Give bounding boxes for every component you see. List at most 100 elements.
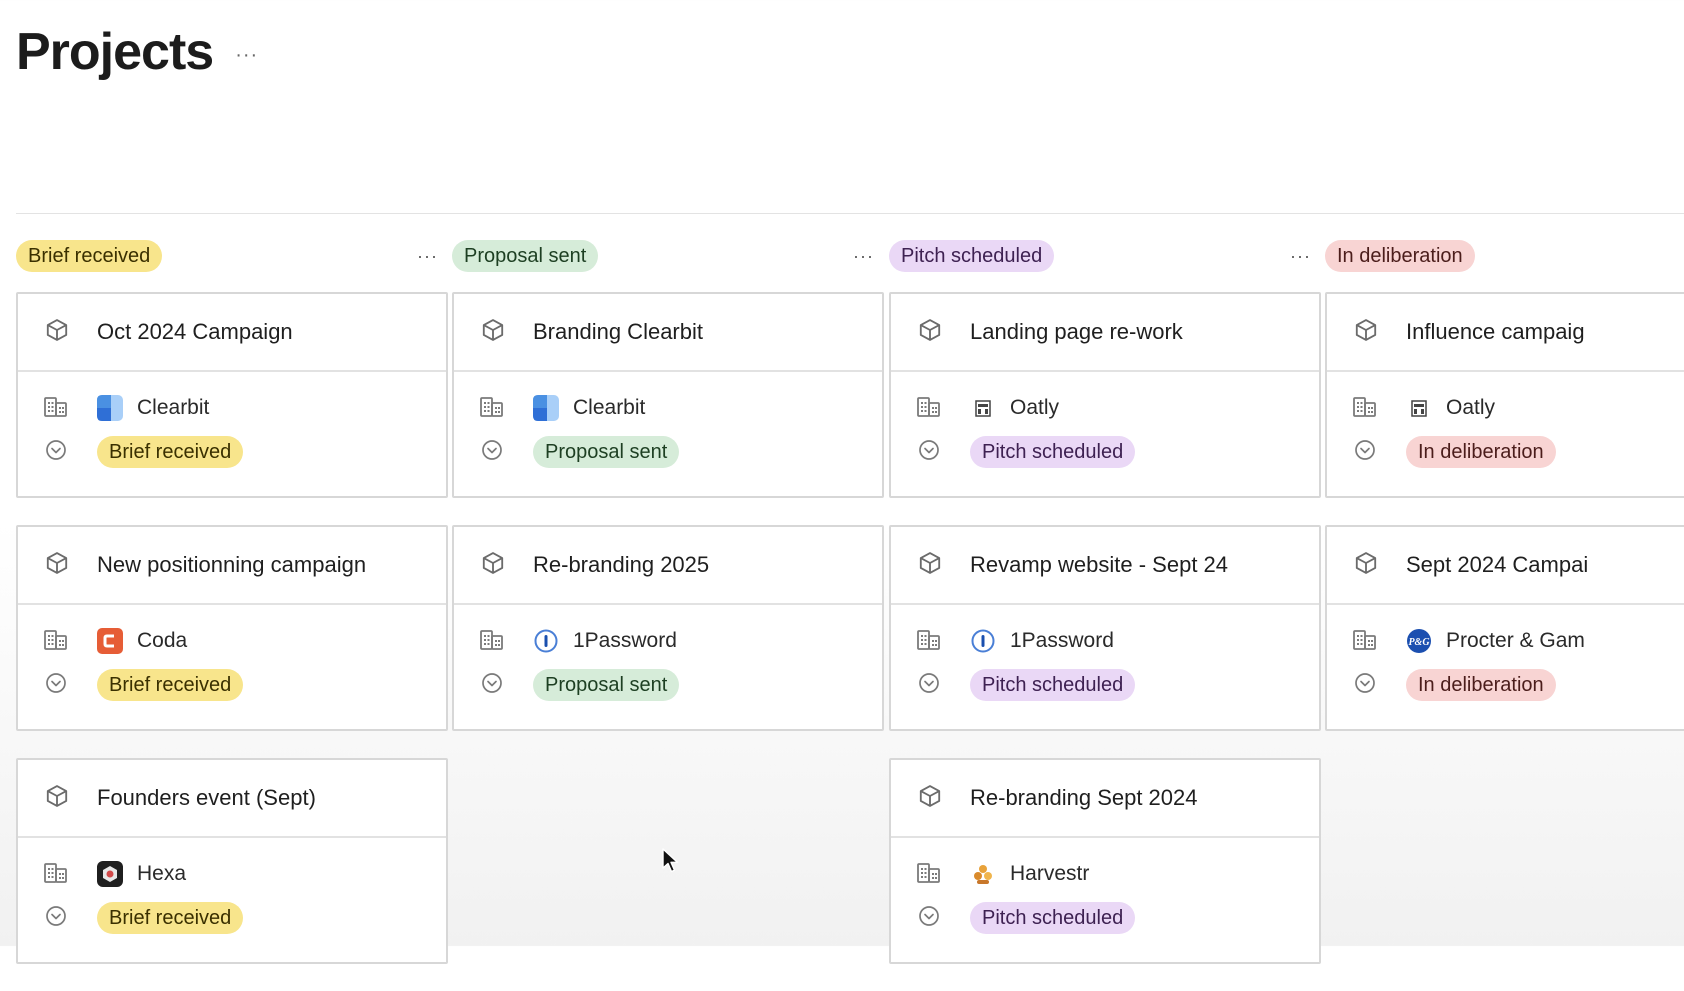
status-chevron-icon bbox=[917, 671, 941, 700]
status-row: Brief received bbox=[18, 430, 446, 474]
building-icon bbox=[917, 628, 941, 655]
building-icon bbox=[44, 395, 68, 422]
column-header: Pitch scheduled ··· bbox=[889, 240, 1321, 272]
column-header: In deliberation bbox=[1325, 240, 1684, 272]
project-card[interactable]: Branding Clearbit Clearbit Proposal sent bbox=[452, 292, 884, 498]
company-name[interactable]: Coda bbox=[137, 629, 187, 653]
project-box-icon bbox=[917, 317, 943, 348]
harvestr-logo bbox=[970, 861, 996, 887]
status-badge[interactable]: Proposal sent bbox=[533, 669, 680, 701]
company-name[interactable]: Harvestr bbox=[1010, 862, 1089, 886]
building-icon bbox=[44, 628, 68, 655]
mouse-pointer-icon bbox=[662, 848, 679, 873]
company-row: Oatly bbox=[891, 386, 1319, 430]
company-name[interactable]: Clearbit bbox=[573, 396, 645, 420]
project-card[interactable]: Influence campaig Oatly In deliberation bbox=[1325, 292, 1684, 498]
status-badge[interactable]: In deliberation bbox=[1406, 436, 1556, 468]
card-header: Branding Clearbit bbox=[454, 294, 882, 372]
1password-logo bbox=[970, 628, 996, 654]
status-badge[interactable]: Pitch scheduled bbox=[970, 669, 1136, 701]
company-row: 1Password bbox=[454, 619, 882, 663]
project-card[interactable]: Re-branding 2025 1Password Proposal sent bbox=[452, 525, 884, 731]
status-badge[interactable]: In deliberation bbox=[1406, 669, 1556, 701]
status-row: Proposal sent bbox=[454, 663, 882, 707]
column-status-pill[interactable]: In deliberation bbox=[1325, 240, 1475, 272]
project-box-icon bbox=[1353, 550, 1379, 581]
status-row: In deliberation bbox=[1327, 430, 1684, 474]
project-box-icon bbox=[44, 783, 70, 814]
status-chevron-icon bbox=[1353, 438, 1377, 467]
page-title: Projects bbox=[16, 23, 214, 81]
status-row: Brief received bbox=[18, 896, 446, 940]
status-chevron-icon bbox=[44, 671, 68, 700]
status-row: Pitch scheduled bbox=[891, 896, 1319, 940]
company-name[interactable]: Clearbit bbox=[137, 396, 209, 420]
status-badge[interactable]: Brief received bbox=[97, 669, 244, 701]
column-more-options-icon[interactable]: ··· bbox=[853, 246, 874, 267]
card-header: Landing page re-work bbox=[891, 294, 1319, 372]
company-name[interactable]: 1Password bbox=[1010, 629, 1114, 653]
project-box-icon bbox=[917, 550, 943, 581]
company-row: 1Password bbox=[891, 619, 1319, 663]
hexa-logo bbox=[97, 861, 123, 887]
coda-logo bbox=[97, 628, 123, 654]
status-chevron-icon bbox=[917, 438, 941, 467]
1password-logo bbox=[533, 628, 559, 654]
company-row: Clearbit bbox=[454, 386, 882, 430]
status-badge[interactable]: Proposal sent bbox=[533, 436, 680, 468]
status-row: In deliberation bbox=[1327, 663, 1684, 707]
card-list: Oct 2024 Campaign Clearbit Brief received N… bbox=[16, 292, 448, 964]
status-badge[interactable]: Pitch scheduled bbox=[970, 902, 1136, 934]
project-box-icon bbox=[917, 783, 943, 814]
project-card[interactable]: Re-branding Sept 2024 Harvestr Pitch sched… bbox=[889, 758, 1321, 964]
page-more-options-icon[interactable]: ··· bbox=[235, 44, 258, 67]
project-card[interactable]: Sept 2024 Campai P&G Procter & Gam In delib… bbox=[1325, 525, 1684, 731]
project-card[interactable]: Landing page re-work Oatly Pitch scheduled bbox=[889, 292, 1321, 498]
card-header: Revamp website - Sept 24 bbox=[891, 527, 1319, 605]
clearbit-logo bbox=[97, 395, 123, 421]
building-icon bbox=[917, 861, 941, 888]
company-name[interactable]: Oatly bbox=[1010, 396, 1059, 420]
building-icon bbox=[480, 628, 504, 655]
clearbit-logo bbox=[533, 395, 559, 421]
project-box-icon bbox=[480, 550, 506, 581]
status-chevron-icon bbox=[44, 904, 68, 933]
building-icon bbox=[917, 395, 941, 422]
status-badge[interactable]: Brief received bbox=[97, 902, 244, 934]
project-card[interactable]: Revamp website - Sept 24 1Password Pitch s… bbox=[889, 525, 1321, 731]
column-header: Brief received ··· bbox=[16, 240, 448, 272]
company-name[interactable]: Hexa bbox=[137, 862, 186, 886]
project-card[interactable]: Founders event (Sept) Hexa Brief received bbox=[16, 758, 448, 964]
card-title: Oct 2024 Campaign bbox=[97, 319, 293, 344]
column-status-pill[interactable]: Brief received bbox=[16, 240, 163, 272]
column-more-options-icon[interactable]: ··· bbox=[1290, 246, 1311, 267]
card-title: New positionning campaign bbox=[97, 552, 367, 577]
column-status-pill[interactable]: Proposal sent bbox=[452, 240, 599, 272]
company-name[interactable]: Oatly bbox=[1446, 396, 1495, 420]
status-row: Proposal sent bbox=[454, 430, 882, 474]
building-icon bbox=[480, 395, 504, 422]
status-badge[interactable]: Pitch scheduled bbox=[970, 436, 1136, 468]
column-status-pill[interactable]: Pitch scheduled bbox=[889, 240, 1055, 272]
status-row: Brief received bbox=[18, 663, 446, 707]
board-column: Pitch scheduled ··· Landing page re-work Oa… bbox=[889, 240, 1321, 991]
status-row: Pitch scheduled bbox=[891, 663, 1319, 707]
company-name[interactable]: 1Password bbox=[573, 629, 677, 653]
project-box-icon bbox=[44, 550, 70, 581]
column-more-options-icon[interactable]: ··· bbox=[417, 246, 438, 267]
company-row: Hexa bbox=[18, 852, 446, 896]
oatly-logo bbox=[970, 395, 996, 421]
card-header: Sept 2024 Campai bbox=[1327, 527, 1684, 605]
status-badge[interactable]: Brief received bbox=[97, 436, 244, 468]
company-row: P&G Procter & Gam bbox=[1327, 619, 1684, 663]
header-divider bbox=[16, 213, 1684, 214]
project-card[interactable]: Oct 2024 Campaign Clearbit Brief received bbox=[16, 292, 448, 498]
company-row: Clearbit bbox=[18, 386, 446, 430]
card-title: Influence campaig bbox=[1406, 319, 1585, 344]
oatly-logo bbox=[1406, 395, 1432, 421]
company-name[interactable]: Procter & Gam bbox=[1446, 629, 1585, 653]
card-header: Oct 2024 Campaign bbox=[18, 294, 446, 372]
company-row: Coda bbox=[18, 619, 446, 663]
project-box-icon bbox=[480, 317, 506, 348]
project-card[interactable]: New positionning campaign Coda Brief recei… bbox=[16, 525, 448, 731]
